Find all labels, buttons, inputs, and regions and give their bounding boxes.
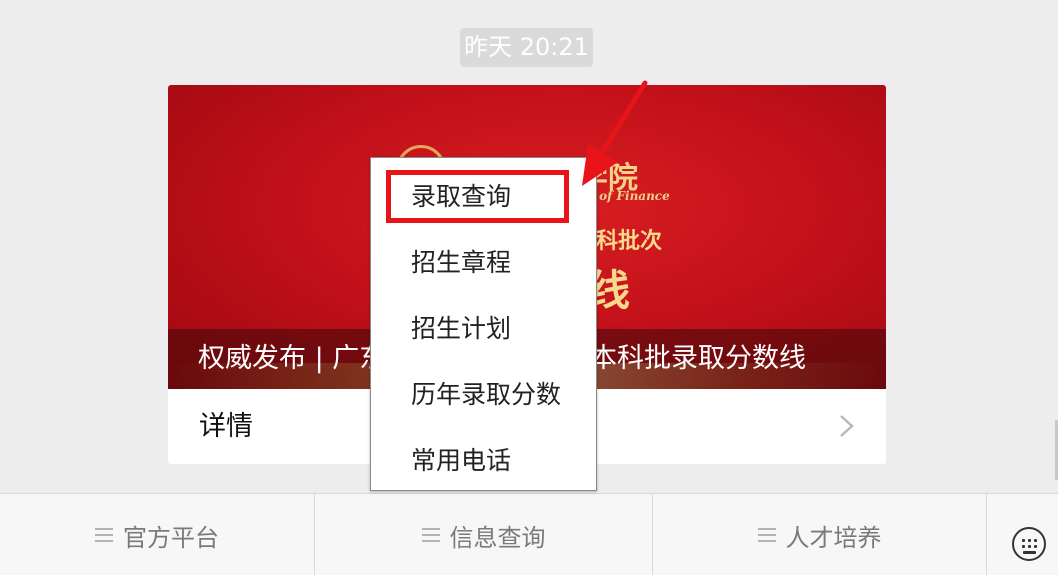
- menu-info-query[interactable]: 信息查询: [315, 494, 652, 575]
- popup-item-admission-plan[interactable]: 招生计划: [371, 296, 596, 362]
- chevron-right-icon: [840, 415, 854, 437]
- menu-item-label: 人才培养: [785, 523, 882, 552]
- menu-lines-icon: [757, 528, 776, 542]
- menu-lines-icon: [421, 528, 440, 542]
- keyboard-icon[interactable]: [1012, 527, 1046, 561]
- popup-item-historical-scores[interactable]: 历年录取分数: [371, 362, 596, 428]
- menu-divider: [986, 494, 987, 575]
- popup-item-admission-rules[interactable]: 招生章程: [371, 230, 596, 296]
- menu-official-platform[interactable]: 官方平台: [0, 494, 314, 575]
- highlight-box: [386, 170, 569, 223]
- bottom-menu-bar: 官方平台 信息查询 人才培养: [0, 493, 1058, 575]
- cover-batch-text: 科批次: [596, 229, 663, 254]
- menu-talent-training[interactable]: 人才培养: [653, 494, 986, 575]
- menu-item-label: 信息查询: [449, 523, 546, 552]
- popup-item-common-phones[interactable]: 常用电话: [371, 428, 596, 494]
- red-arrow-icon: [582, 80, 648, 186]
- chat-screen: 昨天 20:21 学院 y of Finance 科批次 线 权威发布 | 广东…: [0, 0, 1058, 575]
- details-label: 详情: [199, 411, 253, 442]
- menu-item-label: 官方平台: [123, 523, 219, 552]
- menu-lines-icon: [95, 528, 113, 542]
- message-timestamp: 昨天 20:21: [460, 28, 593, 67]
